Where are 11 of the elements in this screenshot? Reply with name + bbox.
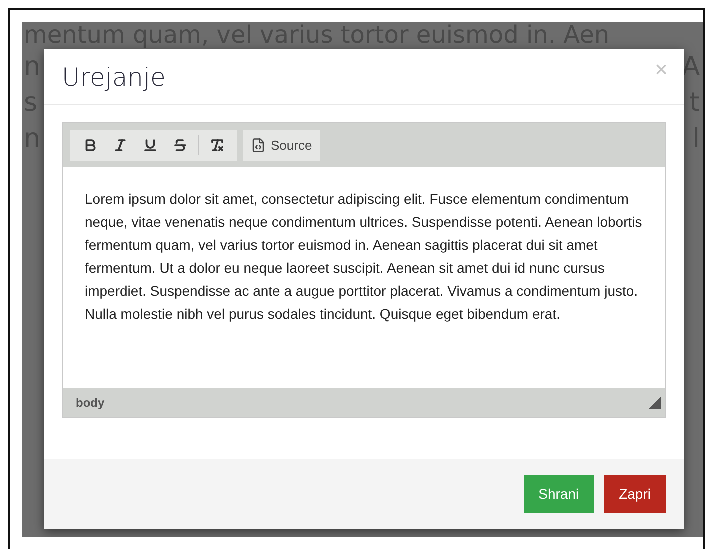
underline-icon (142, 138, 158, 152)
italic-icon (112, 138, 128, 152)
source-button[interactable]: Source (243, 130, 320, 160)
strike-icon (172, 138, 188, 152)
element-path[interactable]: body (76, 396, 105, 410)
save-button[interactable]: Shrani (524, 475, 594, 513)
dialog-title: Urejanje (62, 63, 166, 92)
file-code-icon (251, 138, 266, 152)
resize-handle-icon[interactable] (649, 396, 661, 408)
remove-format-icon (210, 138, 224, 152)
close-dialog-button[interactable]: Zapri (604, 475, 666, 513)
